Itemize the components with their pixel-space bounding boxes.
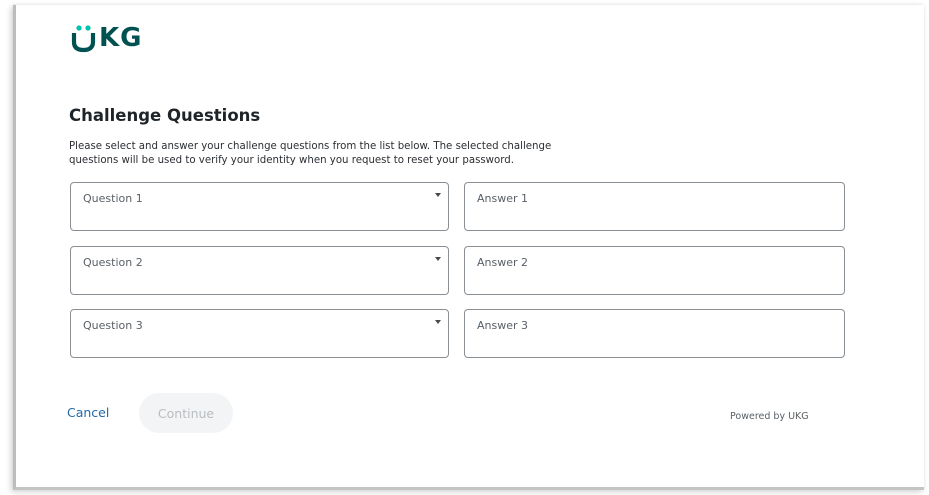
answer-2-input[interactable]: Answer 2 <box>464 246 845 295</box>
question-1-placeholder: Question 1 <box>83 192 143 205</box>
caret-down-icon <box>435 193 441 197</box>
cancel-button[interactable]: Cancel <box>67 405 109 420</box>
caret-down-icon <box>435 257 441 261</box>
continue-button[interactable]: Continue <box>139 393 233 433</box>
ukg-logo-text: KG <box>99 23 143 53</box>
answer-3-input[interactable]: Answer 3 <box>464 309 845 358</box>
caret-down-icon <box>435 320 441 324</box>
challenge-questions-card: KG Challenge Questions Please select and… <box>13 5 924 490</box>
question-2-placeholder: Question 2 <box>83 256 143 269</box>
question-3-select[interactable]: Question 3 <box>70 309 449 358</box>
ukg-logo: KG <box>71 23 143 53</box>
answer-2-placeholder: Answer 2 <box>477 256 529 269</box>
powered-by-label: Powered by UKG <box>730 411 809 422</box>
page-title: Challenge Questions <box>69 106 261 125</box>
answer-1-input[interactable]: Answer 1 <box>464 182 845 231</box>
page-description: Please select and answer your challenge … <box>69 141 552 166</box>
question-1-select[interactable]: Question 1 <box>70 182 449 231</box>
answer-1-placeholder: Answer 1 <box>477 192 529 205</box>
answer-3-placeholder: Answer 3 <box>477 319 529 332</box>
ukg-logo-mark-icon <box>71 25 96 53</box>
question-3-placeholder: Question 3 <box>83 319 143 332</box>
question-2-select[interactable]: Question 2 <box>70 246 449 295</box>
page-frame: KG Challenge Questions Please select and… <box>0 0 929 495</box>
